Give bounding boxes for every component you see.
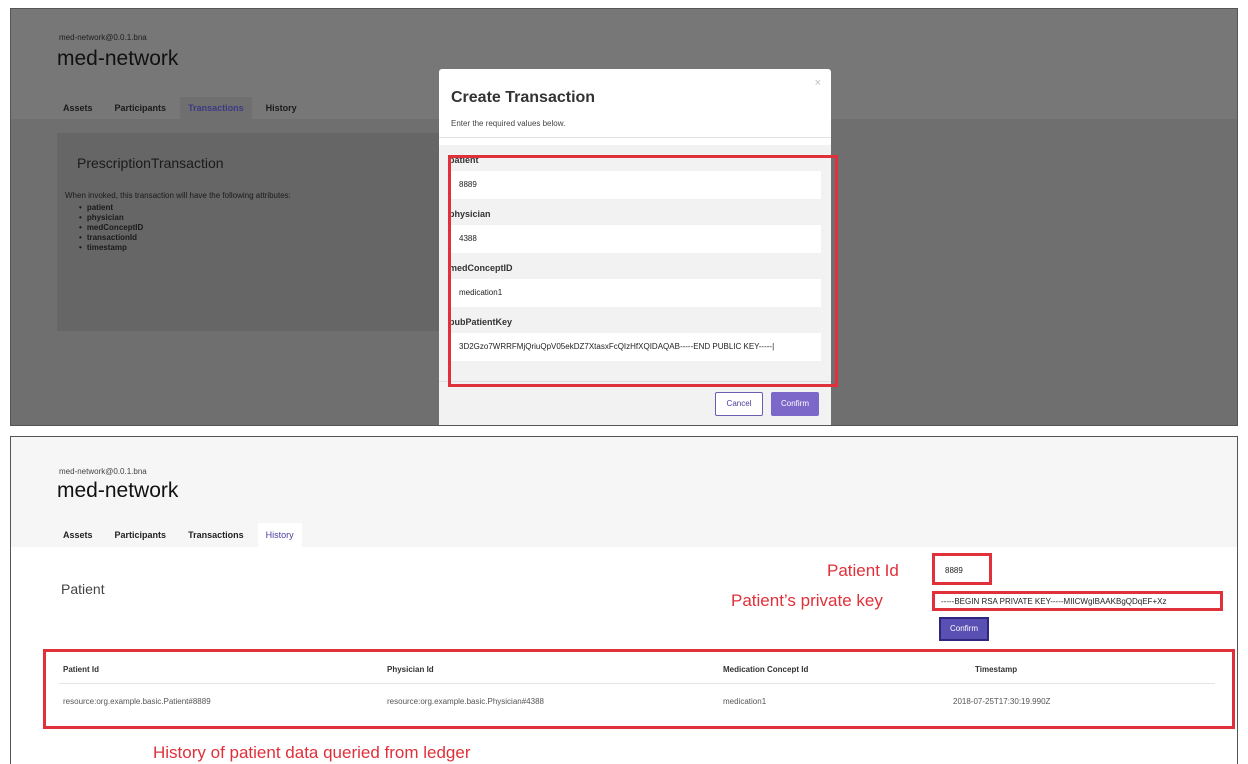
tab-history[interactable]: History <box>257 523 302 547</box>
cell-medication-concept-id: medication1 <box>723 697 767 706</box>
transaction-card: PrescriptionTransaction When invoked, th… <box>57 133 453 331</box>
cancel-button[interactable]: Cancel <box>715 392 763 416</box>
tab-bar: Assets Participants Transactions History <box>55 523 308 547</box>
tab-transactions[interactable]: Transactions <box>180 97 252 121</box>
history-screen: med-network@0.0.1.bna med-network Assets… <box>10 436 1238 764</box>
list-item: physician <box>79 213 143 223</box>
create-transaction-screen: med-network@0.0.1.bna med-network Assets… <box>10 8 1238 426</box>
column-header-timestamp: Timestamp <box>975 665 1018 674</box>
attribute-list: patient physician medConceptID transacti… <box>79 203 143 253</box>
tab-assets[interactable]: Assets <box>55 523 101 547</box>
private-key-input[interactable]: -----BEGIN RSA PRIVATE KEY-----MIICWgIBA… <box>932 591 1223 611</box>
section-title: Patient <box>61 581 105 597</box>
tab-participants[interactable]: Participants <box>107 523 175 547</box>
divider <box>59 683 1215 684</box>
list-item: medConceptID <box>79 223 143 233</box>
tab-bar: Assets Participants Transactions History <box>55 97 311 121</box>
cell-physician-id: resource:org.example.basic.Physician#438… <box>387 697 544 706</box>
page-title: med-network <box>57 479 179 502</box>
patient-id-annotation: Patient Id <box>827 561 899 580</box>
confirm-button[interactable]: Confirm <box>939 617 989 641</box>
patient-id-input[interactable]: 8889 <box>932 553 992 585</box>
private-key-value: -----BEGIN RSA PRIVATE KEY-----MIICWgIBA… <box>941 597 1167 606</box>
breadcrumb: med-network@0.0.1.bna <box>59 33 147 42</box>
modal-title: Create Transaction <box>451 89 596 106</box>
confirm-button[interactable]: Confirm <box>771 392 819 416</box>
list-item: timestamp <box>79 243 143 253</box>
cell-timestamp: 2018-07-25T17:30:19.990Z <box>953 697 1051 706</box>
tab-assets[interactable]: Assets <box>55 97 101 121</box>
transaction-description: When invoked, this transaction will have… <box>65 191 291 200</box>
tab-history[interactable]: History <box>258 97 305 121</box>
private-key-annotation: Patient’s private key <box>731 591 883 610</box>
modal-subtitle: Enter the required values below. <box>451 119 566 128</box>
page-title: med-network <box>57 47 179 70</box>
list-item: transactionId <box>79 233 143 243</box>
list-item: patient <box>79 203 143 213</box>
tab-participants[interactable]: Participants <box>107 97 175 121</box>
column-header-patient-id: Patient Id <box>63 665 100 674</box>
patient-id-value: 8889 <box>945 566 963 575</box>
modal-footer: Cancel Confirm <box>439 381 831 425</box>
tab-transactions[interactable]: Transactions <box>180 523 252 547</box>
cell-patient-id: resource:org.example.basic.Patient#8889 <box>63 697 211 706</box>
highlight-box <box>448 155 838 387</box>
history-table-highlight <box>43 649 1235 729</box>
figure-caption: History of patient data queried from led… <box>153 743 471 762</box>
column-header-physician-id: Physician Id <box>387 665 434 674</box>
column-header-medication-concept-id: Medication Concept Id <box>723 665 809 674</box>
breadcrumb: med-network@0.0.1.bna <box>59 467 147 476</box>
divider <box>439 137 831 138</box>
transaction-name: PrescriptionTransaction <box>77 155 224 171</box>
close-icon[interactable]: × <box>815 77 821 89</box>
